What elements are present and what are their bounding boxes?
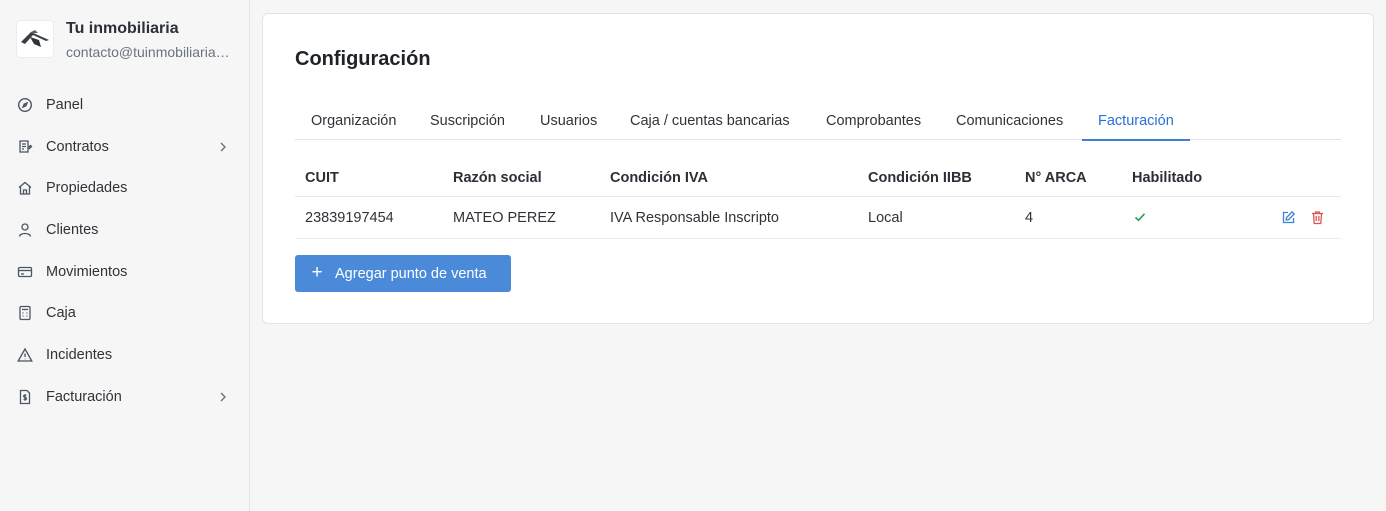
sidebar-nav: Panel Contratos Propiedades Clientes Mov… (0, 84, 250, 418)
user-icon (17, 222, 33, 238)
tab-facturacion[interactable]: Facturación (1082, 110, 1190, 141)
tab-organizacion[interactable]: Organización (295, 110, 412, 140)
calculator-icon (17, 305, 33, 321)
column-header-razon-social[interactable]: Razón social (453, 164, 542, 193)
sidebar-item-contratos[interactable]: Contratos (0, 126, 250, 168)
sidebar-item-propiedades[interactable]: Propiedades (0, 167, 250, 209)
sidebar-item-clientes[interactable]: Clientes (0, 209, 250, 251)
sidebar-item-label: Facturación (46, 388, 122, 405)
add-point-of-sale-button[interactable]: + Agregar punto de venta (295, 255, 511, 292)
settings-tabs: Organización Suscripción Usuarios Caja /… (295, 110, 1341, 141)
table-row: 23839197454 MATEO PEREZ IVA Responsable … (295, 197, 1341, 239)
column-header-condicion-iva[interactable]: Condición IVA (610, 164, 708, 193)
sidebar-item-label: Propiedades (46, 180, 128, 197)
plus-icon: + (311, 262, 323, 283)
invoice-icon (17, 389, 33, 405)
tab-suscripcion[interactable]: Suscripción (414, 110, 521, 140)
add-point-of-sale-label: Agregar punto de venta (335, 265, 487, 282)
chevron-right-icon (216, 390, 230, 409)
cell-numero-arca: 4 (1025, 210, 1034, 226)
check-icon (1133, 210, 1147, 229)
gauge-icon (17, 97, 33, 113)
column-header-numero-arca[interactable]: N° ARCA (1025, 164, 1087, 193)
tab-usuarios[interactable]: Usuarios (524, 110, 613, 140)
sidebar-item-movimientos[interactable]: Movimientos (0, 251, 250, 293)
cell-cuit: 23839197454 (305, 210, 394, 226)
contract-icon (17, 139, 33, 155)
sidebar-item-incidentes[interactable]: Incidentes (0, 334, 250, 376)
sidebar-item-label: Contratos (46, 138, 109, 155)
table-header: CUIT Razón social Condición IVA Condició… (295, 164, 1341, 197)
sidebar-item-panel[interactable]: Panel (0, 84, 250, 126)
sidebar-item-label: Caja (46, 305, 76, 322)
organization-name: Tu inmobiliaria (66, 20, 179, 37)
page-title: Configuración (295, 48, 431, 70)
sidebar-item-label: Clientes (46, 221, 99, 238)
tab-comunicaciones[interactable]: Comunicaciones (940, 110, 1079, 140)
tab-caja-cuentas-bancarias[interactable]: Caja / cuentas bancarias (614, 110, 806, 140)
credit-card-icon (17, 264, 33, 280)
chevron-right-icon (216, 140, 230, 159)
sidebar: Tu inmobiliaria contacto@tuinmobiliaria.… (0, 0, 250, 511)
cell-condicion-iva: IVA Responsable Inscripto (610, 210, 779, 226)
brand[interactable]: Tu inmobiliaria contacto@tuinmobiliaria.… (16, 20, 232, 61)
column-header-condicion-iibb[interactable]: Condición IIBB (868, 164, 972, 193)
organization-email: contacto@tuinmobiliaria.com (66, 44, 232, 60)
cell-razon-social: MATEO PEREZ (453, 210, 556, 226)
sidebar-item-label: Incidentes (46, 346, 113, 363)
sidebar-item-label: Movimientos (46, 263, 128, 280)
column-header-habilitado[interactable]: Habilitado (1132, 164, 1202, 193)
home-icon (17, 180, 33, 196)
settings-card: Configuración Organización Suscripción U… (262, 13, 1374, 324)
sidebar-item-facturacion[interactable]: Facturación (0, 376, 250, 418)
warning-icon (17, 347, 33, 363)
sidebar-item-label: Panel (46, 96, 84, 113)
sidebar-item-caja[interactable]: Caja (0, 292, 250, 334)
tab-comprobantes[interactable]: Comprobantes (810, 110, 937, 140)
cell-condicion-iibb: Local (868, 210, 903, 226)
column-header-cuit[interactable]: CUIT (305, 164, 339, 193)
points-of-sale-table: CUIT Razón social Condición IVA Condició… (295, 164, 1341, 239)
edit-icon[interactable] (1281, 210, 1296, 230)
company-logo (16, 20, 54, 58)
trash-icon[interactable] (1310, 210, 1325, 230)
